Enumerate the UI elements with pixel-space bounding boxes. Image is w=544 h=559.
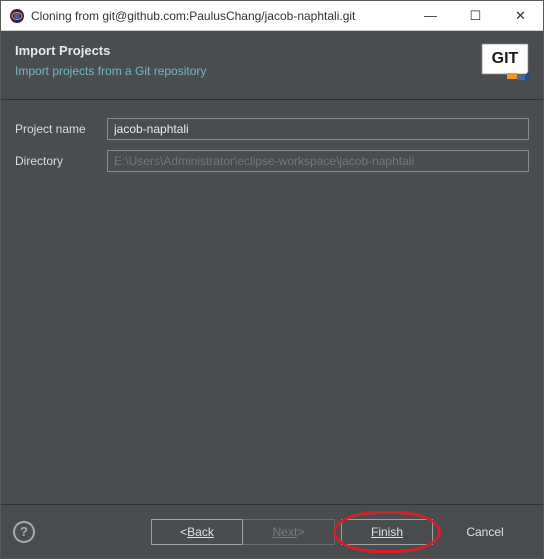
dialog-window: Cloning from git@github.com:PaulusChang/… [0, 0, 544, 559]
close-button[interactable]: ✕ [498, 1, 543, 30]
next-button: Next > [243, 519, 335, 545]
titlebar[interactable]: Cloning from git@github.com:PaulusChang/… [1, 1, 543, 31]
wizard-body: Project name Directory [1, 100, 543, 504]
finish-label: Finish [371, 525, 403, 539]
minimize-icon: — [424, 8, 437, 23]
svg-text:GIT: GIT [492, 50, 519, 67]
back-button[interactable]: < Back [151, 519, 243, 545]
cancel-button[interactable]: Cancel [439, 519, 531, 545]
help-icon: ? [20, 524, 28, 539]
finish-button[interactable]: Finish [341, 519, 433, 545]
back-label: Back [187, 525, 214, 539]
eclipse-icon [9, 8, 25, 24]
wizard-title: Import Projects [15, 43, 473, 58]
wizard-subtitle: Import projects from a Git repository [15, 64, 473, 78]
project-name-input[interactable] [107, 118, 529, 140]
back-prefix: < [180, 525, 187, 539]
help-button[interactable]: ? [13, 521, 35, 543]
git-logo-icon: GIT [481, 43, 529, 83]
nav-button-group: < Back Next > [151, 519, 335, 545]
minimize-button[interactable]: — [408, 1, 453, 30]
body-filler [15, 182, 529, 494]
next-label: Next [273, 525, 298, 539]
close-icon: ✕ [515, 8, 526, 24]
directory-label: Directory [15, 154, 107, 168]
project-name-label: Project name [15, 122, 107, 136]
next-suffix: > [297, 525, 304, 539]
project-name-row: Project name [15, 118, 529, 140]
window-controls: — ☐ ✕ [408, 1, 543, 30]
wizard-header: Import Projects Import projects from a G… [1, 31, 543, 100]
wizard-footer: ? < Back Next > Finish Cancel [1, 504, 543, 558]
directory-row: Directory [15, 150, 529, 172]
directory-input[interactable] [107, 150, 529, 172]
cancel-label: Cancel [466, 525, 503, 539]
window-title: Cloning from git@github.com:PaulusChang/… [31, 9, 408, 23]
maximize-icon: ☐ [470, 8, 482, 24]
maximize-button[interactable]: ☐ [453, 1, 498, 30]
wizard-header-text: Import Projects Import projects from a G… [15, 43, 473, 78]
